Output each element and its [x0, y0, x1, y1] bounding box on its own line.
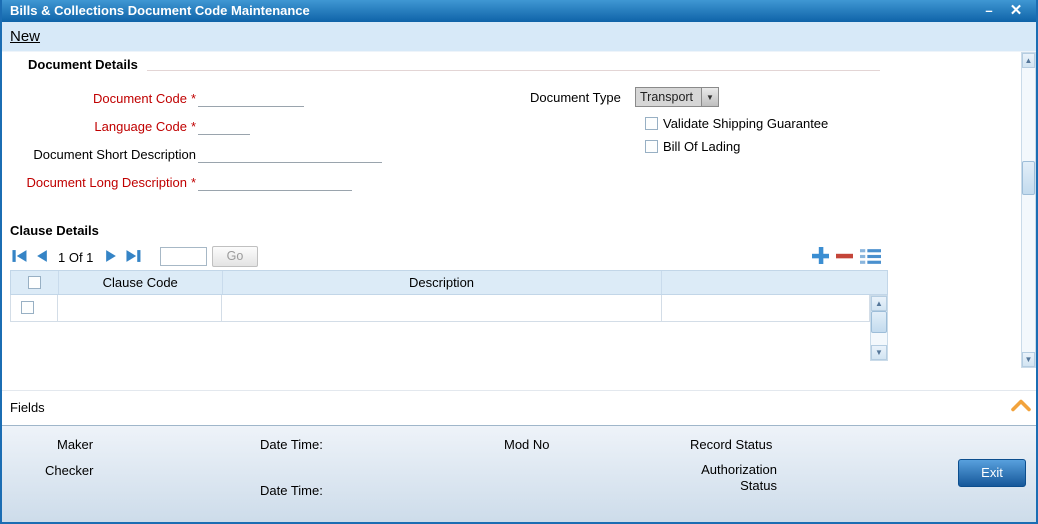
next-page-icon[interactable]	[104, 249, 118, 263]
audit-footer: Maker Date Time: Mod No Record Status Ch…	[2, 425, 1036, 522]
document-short-description-input[interactable]	[198, 145, 382, 163]
go-button[interactable]: Go	[212, 246, 258, 267]
validate-shipping-guarantee-checkbox[interactable]	[645, 117, 658, 130]
fields-section-title: Fields	[10, 400, 45, 415]
document-details-section-title: Document Details	[28, 57, 138, 72]
checker-label: Checker	[45, 463, 94, 478]
table-row	[10, 295, 870, 322]
main-scroll-down-icon[interactable]: ▼	[1022, 352, 1035, 367]
document-code-label: Document Code *	[92, 91, 196, 106]
mod-no-label: Mod No	[504, 437, 550, 452]
action-toolbar: New	[2, 22, 1036, 52]
fields-section: Fields	[2, 390, 1036, 425]
clause-code-cell[interactable]	[58, 295, 222, 322]
document-long-description-label: Document Long Description *	[26, 175, 196, 190]
app-window: Bills & Collections Document Code Mainte…	[0, 0, 1038, 524]
dropdown-arrow-icon[interactable]: ▼	[701, 88, 718, 106]
clause-table-header: Clause Code Description	[10, 270, 888, 295]
date-time-label-1: Date Time:	[260, 437, 323, 452]
exit-button[interactable]: Exit	[958, 459, 1026, 487]
first-page-icon[interactable]	[12, 249, 28, 263]
new-action-link[interactable]: New	[10, 22, 40, 52]
empty-column-header	[662, 271, 887, 294]
document-type-label: Document Type	[530, 90, 621, 105]
language-code-input[interactable]	[198, 117, 250, 135]
main-scrollbar[interactable]: ▲ ▼	[1021, 52, 1036, 368]
previous-page-icon[interactable]	[35, 249, 49, 263]
table-scroll-down-icon[interactable]: ▼	[871, 345, 887, 360]
last-page-icon[interactable]	[126, 249, 142, 263]
close-icon[interactable]: ✕	[1004, 0, 1028, 22]
minimize-icon[interactable]: –	[979, 0, 999, 22]
validate-shipping-guarantee-label: Validate Shipping Guarantee	[663, 116, 829, 131]
add-row-icon[interactable]	[812, 247, 829, 269]
date-time-label-2: Date Time:	[260, 483, 323, 498]
document-code-input[interactable]	[198, 89, 304, 107]
window-title: Bills & Collections Document Code Mainte…	[10, 3, 310, 18]
table-scrollbar-thumb[interactable]	[871, 311, 887, 333]
select-all-checkbox[interactable]	[28, 276, 41, 289]
table-scrollbar[interactable]: ▲ ▼	[870, 295, 888, 361]
empty-cell[interactable]	[662, 295, 870, 322]
document-type-value: Transport	[640, 90, 694, 104]
section-divider	[147, 70, 880, 71]
required-marker: *	[190, 91, 196, 106]
bill-of-lading-label: Bill Of Lading	[663, 139, 741, 154]
page-number-input[interactable]	[160, 247, 207, 266]
description-column-header: Description	[223, 271, 662, 294]
titlebar: Bills & Collections Document Code Mainte…	[2, 0, 1036, 22]
required-marker: *	[190, 119, 196, 134]
main-scroll-up-icon[interactable]: ▲	[1022, 53, 1035, 68]
page-position-text: 1 Of 1	[58, 250, 94, 265]
table-scroll-up-icon[interactable]: ▲	[871, 296, 887, 311]
maker-label: Maker	[57, 437, 94, 452]
document-long-description-input[interactable]	[198, 173, 352, 191]
authorization-status-label: Authorization Status	[701, 462, 777, 493]
description-cell[interactable]	[222, 295, 662, 322]
required-marker: *	[190, 175, 196, 190]
document-type-select[interactable]: Transport ▼	[635, 87, 719, 107]
delete-row-icon[interactable]	[836, 247, 853, 269]
clause-code-column-header: Clause Code	[59, 271, 223, 294]
language-code-label: Language Code *	[94, 119, 196, 134]
single-view-list-icon[interactable]	[860, 249, 881, 269]
clause-details-section-title: Clause Details	[10, 223, 99, 238]
document-short-description-label: Document Short Description	[33, 147, 196, 162]
row-select-checkbox[interactable]	[21, 301, 34, 314]
collapse-chevron-up-icon[interactable]	[1010, 398, 1032, 417]
main-scrollbar-thumb[interactable]	[1022, 161, 1035, 195]
bill-of-lading-checkbox[interactable]	[645, 140, 658, 153]
record-status-label: Record Status	[690, 437, 773, 452]
